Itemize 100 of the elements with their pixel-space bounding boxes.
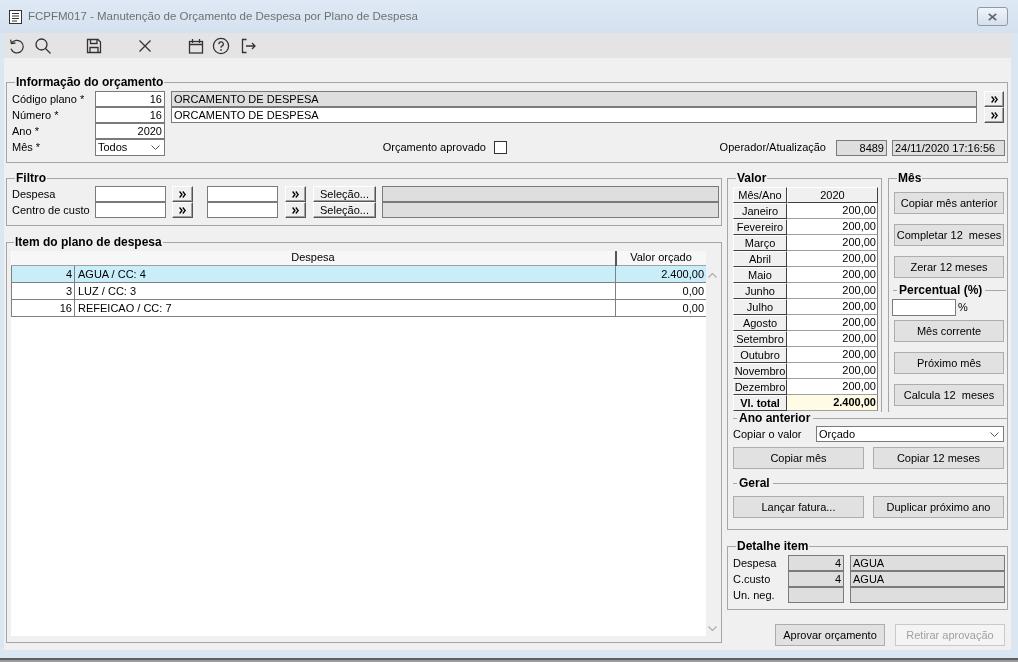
operator-field[interactable]: 8489 [836,139,887,156]
table-cell[interactable]: 200,00 [787,347,878,363]
double-chevron-icon [179,190,186,198]
field-label: Centro de custo [12,203,91,217]
row-header: Vl. total [733,395,787,411]
selection-display-field[interactable] [382,186,719,202]
selection-button[interactable]: Seleção... [313,202,376,218]
table-cell[interactable]: 200,00 [787,203,878,219]
action-button[interactable]: Duplicar próximo ano [873,496,1004,518]
name-field[interactable]: AGUA [850,555,1005,571]
field-label: Código plano * [12,92,86,106]
lookup-button[interactable] [172,186,193,202]
code-field[interactable]: 16 [95,107,165,123]
lookup-button[interactable] [285,186,306,202]
chevron-down-icon [151,145,160,150]
lookup-button[interactable] [172,202,193,218]
group-title: Informação do orçamento [15,76,165,89]
field-label: Despesa [12,187,57,201]
table-cell[interactable]: 200,00 [787,283,878,299]
table-cell[interactable]: 200,00 [787,379,878,395]
column-header[interactable]: Valor orçado [615,251,706,265]
table-cell[interactable]: 200,00 [787,315,878,331]
month-dropdown[interactable]: Todos [95,139,165,156]
checkbox[interactable] [494,141,507,154]
field-label: Ano * [12,124,40,138]
row-header: Janeiro [733,203,787,219]
field-label: Operador/Atualização [719,141,826,154]
table-row[interactable]: 4 AGUA / CC: 4 2.400,00 [11,265,706,282]
year-field[interactable]: 2020 [95,123,165,139]
close-icon [988,12,997,21]
total-cell: 2.400,00 [787,395,878,411]
search-icon[interactable] [34,36,52,55]
row-header: Agosto [733,315,787,331]
table-row[interactable]: 16 REFEICAO / CC: 7 0,00 [11,299,706,316]
column-header[interactable]: Despesa [11,251,616,265]
table-cell[interactable]: 200,00 [787,363,878,379]
range-from-field[interactable] [95,202,166,218]
document-icon [9,9,22,24]
action-button[interactable]: Próximo mês [894,352,1004,374]
section-title: Ano anterior [739,412,811,425]
checkbox-label: Orçamento aprovado [382,141,486,154]
table-cell[interactable]: 200,00 [787,251,878,267]
double-chevron-icon [292,206,299,214]
help-icon[interactable] [212,36,230,55]
range-to-field[interactable] [207,186,278,202]
range-from-field[interactable] [95,186,166,202]
unit-label: % [958,301,968,314]
selection-display-field[interactable] [382,202,719,218]
description-field[interactable]: ORCAMENTO DE DESPESA [171,91,977,107]
action-button[interactable]: Copiar mês [733,447,864,469]
action-button[interactable]: Zerar 12 meses [894,256,1004,278]
table-cell[interactable]: 200,00 [787,299,878,315]
approve-button[interactable]: Aprovar orçamento [775,624,885,646]
group-title: Filtro [15,172,47,185]
lookup-button[interactable] [984,107,1004,123]
lookup-button[interactable] [285,202,306,218]
calendar-icon[interactable] [187,36,205,55]
table-row[interactable]: 3 LUZ / CC: 3 0,00 [11,282,706,299]
row-header: Maio [733,267,787,283]
field-label: Copiar o valor [733,427,803,441]
field-label: Un. neg. [733,588,776,602]
lookup-button[interactable] [984,91,1004,107]
action-button[interactable]: Mês corrente [894,320,1004,342]
column-header: 2020 [787,187,878,203]
selection-button[interactable]: Seleção... [313,186,376,202]
window-title: FCPFM017 - Manutenção de Orçamento de Despesa por Plano de Despesa [28,10,419,23]
double-chevron-icon [990,111,998,119]
section-title: Percentual (%) [899,284,983,297]
group-title: Item do plano de despesa [14,236,163,249]
action-button[interactable]: Calcula 12 meses [894,384,1004,406]
group-title: Detalhe item [736,540,810,553]
code-field[interactable]: 4 [788,571,844,587]
code-field[interactable] [788,587,844,603]
action-button[interactable]: Lançar fatura... [733,496,864,518]
action-button[interactable]: Copiar 12 meses [873,447,1004,469]
row-header: Fevereiro [733,219,787,235]
name-field[interactable] [850,587,1005,603]
code-field[interactable]: 16 [95,91,165,107]
field-label: C.custo [733,572,772,586]
name-field[interactable]: AGUA [850,571,1005,587]
value-type-dropdown[interactable]: Orçado [816,426,1004,442]
action-button[interactable]: Completar 12 meses [894,224,1004,246]
description-field[interactable]: ORCAMENTO DE DESPESA [171,107,977,123]
row-header: Abril [733,251,787,267]
table-cell[interactable]: 200,00 [787,331,878,347]
action-button[interactable]: Copiar mês anterior [894,192,1004,214]
table-cell[interactable]: 200,00 [787,219,878,235]
table-cell[interactable]: 200,00 [787,235,878,251]
percent-field[interactable] [892,299,956,316]
range-to-field[interactable] [207,202,278,218]
table-cell[interactable]: 200,00 [787,267,878,283]
group-title: Mês [897,172,923,185]
timestamp-field[interactable]: 24/11/2020 17:16:56 [892,139,1005,156]
field-label: Mês * [12,141,42,154]
double-chevron-icon [179,206,186,214]
row-header: Outubro [733,347,787,363]
double-chevron-icon [292,190,299,198]
code-field[interactable]: 4 [788,555,844,571]
close-button[interactable] [977,7,1008,26]
exit-arrow-icon[interactable] [239,36,257,55]
